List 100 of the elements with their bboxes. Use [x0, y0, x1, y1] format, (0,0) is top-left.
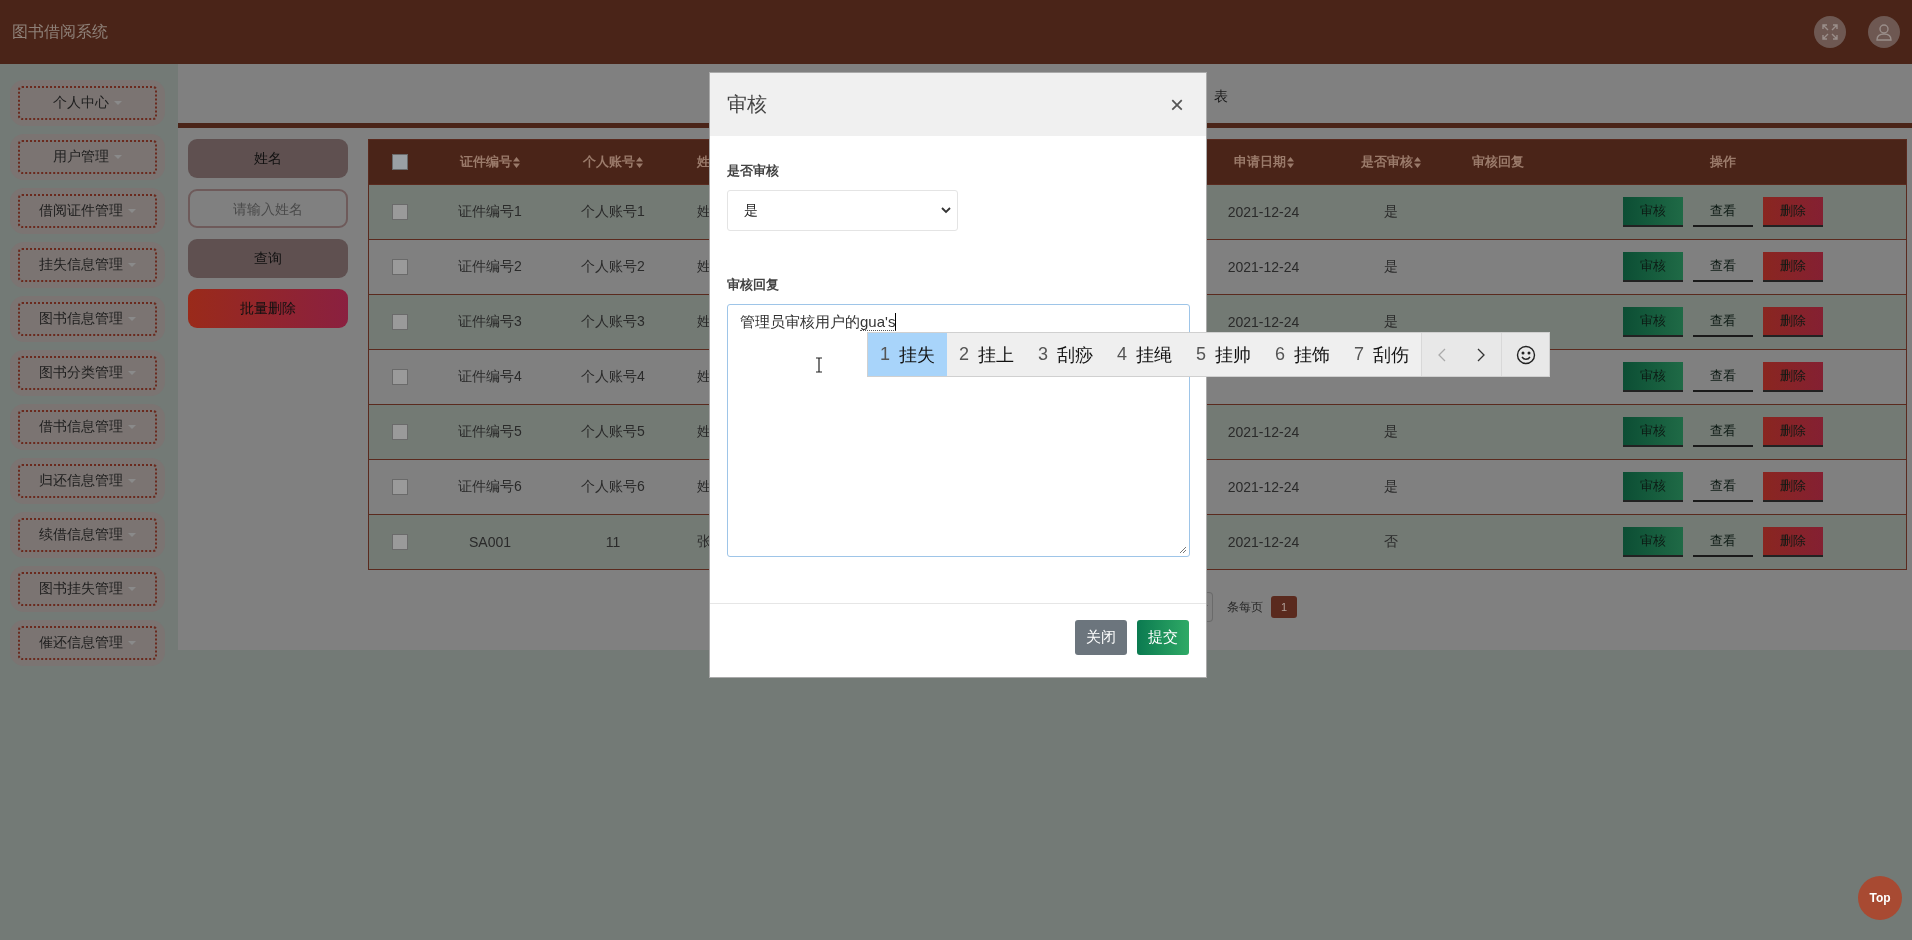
app-title: 图书借阅系统: [12, 21, 109, 42]
delete-button[interactable]: 删除: [1763, 527, 1823, 557]
sidebar-item[interactable]: 用户管理: [10, 134, 165, 180]
review-button[interactable]: 审核: [1623, 472, 1683, 502]
row-checkbox[interactable]: [391, 259, 408, 275]
close-button[interactable]: 关闭: [1075, 620, 1127, 655]
sort-icon[interactable]: [1286, 156, 1294, 168]
back-to-top-button[interactable]: Top: [1858, 876, 1902, 920]
delete-button[interactable]: 删除: [1763, 252, 1823, 282]
field-label: 是否审核: [727, 162, 780, 180]
user-icon[interactable]: [1868, 16, 1900, 48]
sidebar-item[interactable]: 挂失信息管理: [10, 242, 165, 288]
ime-candidate[interactable]: 4 挂绳: [1105, 333, 1185, 376]
review-button[interactable]: 审核: [1623, 307, 1683, 337]
page-button[interactable]: 1: [1271, 596, 1297, 618]
resize-handle-icon[interactable]: [1177, 544, 1187, 554]
table-cell: 张: [697, 533, 711, 551]
sidebar-item[interactable]: 归还信息管理: [10, 458, 165, 504]
row-checkbox[interactable]: [391, 369, 408, 385]
table-cell: 个人账号2: [581, 258, 645, 276]
delete-button[interactable]: 删除: [1763, 472, 1823, 502]
table-cell: 证件编号3: [458, 313, 522, 331]
table-cell: 是: [1384, 258, 1398, 276]
batch-delete-button[interactable]: 批量删除: [188, 289, 348, 328]
table-cell: 2021-12-24: [1227, 259, 1300, 275]
sidebar-item[interactable]: 借书信息管理: [10, 404, 165, 450]
sidebar-item[interactable]: 借阅证件管理: [10, 188, 165, 234]
delete-button[interactable]: 删除: [1763, 197, 1823, 227]
search-button[interactable]: 查询: [188, 239, 348, 278]
row-checkbox[interactable]: [391, 479, 408, 495]
per-page-label: 条每页: [1227, 598, 1263, 616]
table-cell: 2021-12-24: [1227, 479, 1300, 495]
table-cell: 个人账号4: [581, 368, 645, 386]
table-cell: 姓: [697, 423, 711, 441]
ime-candidate[interactable]: 3 刮痧: [1026, 333, 1106, 376]
row-checkbox[interactable]: [391, 424, 408, 440]
emoji-icon[interactable]: [1501, 333, 1550, 376]
ime-candidate[interactable]: 2 挂上: [947, 333, 1027, 376]
column-header[interactable]: 证件编号: [460, 153, 520, 171]
select-all-checkbox[interactable]: [391, 154, 408, 170]
table-cell: 姓: [697, 313, 711, 331]
table-cell: 2021-12-24: [1227, 534, 1300, 550]
table-cell: 证件编号2: [458, 258, 522, 276]
ime-candidate[interactable]: 1 挂失: [868, 333, 947, 376]
view-button[interactable]: 查看: [1693, 472, 1753, 502]
sidebar-item[interactable]: 图书分类管理: [10, 350, 165, 396]
view-button[interactable]: 查看: [1693, 362, 1753, 392]
table-cell: SA001: [468, 534, 511, 550]
field-label: 姓名: [188, 139, 348, 178]
table-cell: 证件编号4: [458, 368, 522, 386]
table-cell: 2021-12-24: [1227, 314, 1300, 330]
sidebar-item[interactable]: 图书挂失管理: [10, 566, 165, 612]
table-cell: 姓: [697, 203, 711, 221]
chevron-down-icon: [941, 207, 951, 214]
view-button[interactable]: 查看: [1693, 417, 1753, 447]
column-header[interactable]: 是否审核: [1361, 153, 1421, 171]
page-title: 表: [1214, 87, 1228, 106]
table-cell: 否: [1384, 533, 1398, 551]
ime-candidate[interactable]: 7 刮伤: [1342, 333, 1422, 376]
dialog-title: 审核: [727, 92, 767, 117]
sidebar-item[interactable]: 个人中心: [10, 80, 165, 126]
table-cell: 姓: [697, 258, 711, 276]
table-cell: 个人账号3: [581, 313, 645, 331]
table-cell: 姓: [697, 478, 711, 496]
sort-icon[interactable]: [513, 156, 520, 168]
sort-icon[interactable]: [636, 156, 643, 168]
table-cell: 姓: [697, 368, 711, 386]
ime-candidate[interactable]: 6 挂饰: [1263, 333, 1343, 376]
view-button[interactable]: 查看: [1693, 307, 1753, 337]
fullscreen-icon[interactable]: [1814, 16, 1846, 48]
delete-button[interactable]: 删除: [1763, 362, 1823, 392]
row-checkbox[interactable]: [391, 314, 408, 330]
review-button[interactable]: 审核: [1623, 417, 1683, 447]
review-button[interactable]: 审核: [1623, 362, 1683, 392]
row-checkbox[interactable]: [391, 204, 408, 220]
submit-button[interactable]: 提交: [1137, 620, 1189, 655]
review-button[interactable]: 审核: [1623, 527, 1683, 557]
table-cell: 证件编号5: [458, 423, 522, 441]
row-checkbox[interactable]: [391, 534, 408, 550]
column-header[interactable]: 个人账号: [583, 153, 643, 171]
delete-button[interactable]: 删除: [1763, 417, 1823, 447]
review-button[interactable]: 审核: [1623, 197, 1683, 227]
table-cell: 证件编号1: [458, 203, 522, 221]
sort-icon[interactable]: [1414, 156, 1421, 168]
table-cell: 是: [1384, 203, 1398, 221]
table-cell: 2021-12-24: [1227, 424, 1300, 440]
view-button[interactable]: 查看: [1693, 252, 1753, 282]
view-button[interactable]: 查看: [1693, 197, 1753, 227]
sidebar-item[interactable]: 催还信息管理: [10, 620, 165, 666]
close-button[interactable]: ×: [1166, 90, 1188, 119]
delete-button[interactable]: 删除: [1763, 307, 1823, 337]
table-cell: 是: [1384, 423, 1398, 441]
column-header[interactable]: 申请日期: [1233, 153, 1294, 171]
sidebar-item[interactable]: 图书信息管理: [10, 296, 165, 342]
review-button[interactable]: 审核: [1623, 252, 1683, 282]
view-button[interactable]: 查看: [1693, 527, 1753, 557]
column-header: 操作: [1710, 153, 1736, 171]
sidebar-item[interactable]: 续借信息管理: [10, 512, 165, 558]
table-cell: 是: [1384, 313, 1398, 331]
review-select[interactable]: 是: [727, 190, 958, 231]
